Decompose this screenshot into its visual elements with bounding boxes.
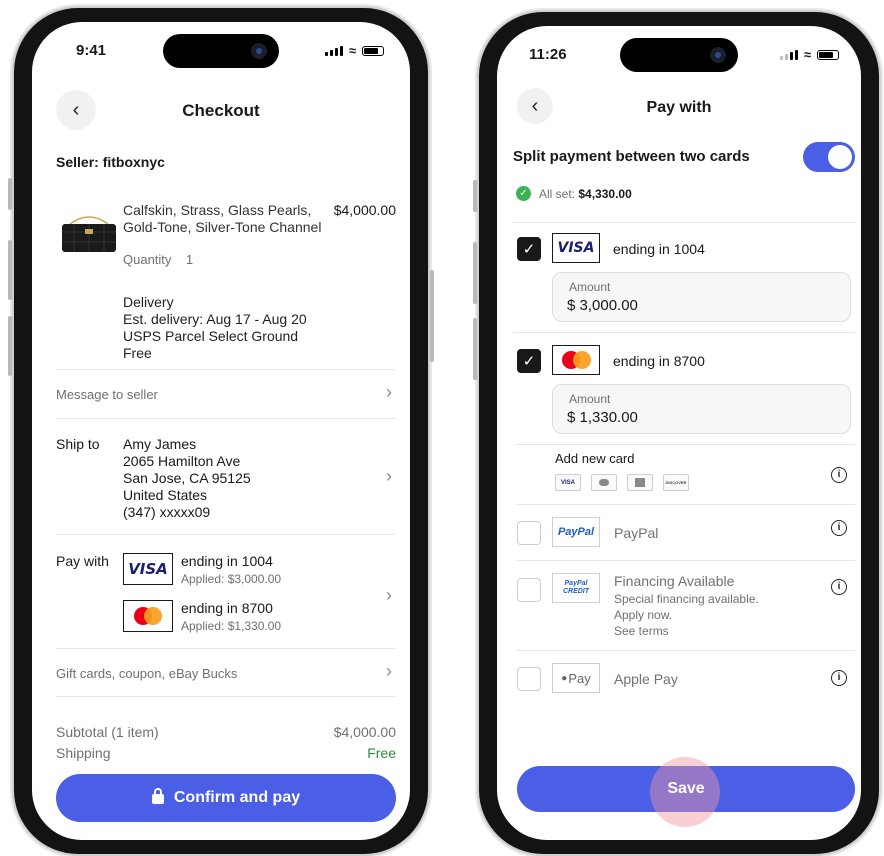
mastercard-ending: ending in 8700 [613,353,705,369]
mastercard-icon [123,600,173,632]
wifi-icon: ≈ [348,43,356,58]
status-time: 9:41 [76,42,107,59]
item-title[interactable]: Calfskin, Strass, Glass Pearls, Gold-Ton… [123,202,321,236]
shipping-label: Shipping [56,745,111,761]
volume-down-button [473,318,477,380]
split-payment-label: Split payment between two cards [513,148,750,165]
chevron-right-icon: › [386,466,392,486]
battery-icon [362,46,384,56]
left-phone-frame: 9:41 ≈ ‹ Checkout Seller: fitboxnyc Calf… [8,8,434,854]
visa-card-checkbox[interactable]: ✓ [517,237,541,261]
paypal-checkbox[interactable] [517,521,541,545]
mastercard-amount-field[interactable]: Amount $ 1,330.00 [552,384,851,434]
chevron-right-icon: › [386,661,392,681]
volume-up-button [473,242,477,304]
volume-up-button [8,240,12,300]
right-phone-frame: 11:26 ≈ ‹ Pay with Split payment between… [473,12,879,854]
mastercard-checkbox[interactable]: ✓ [517,349,541,373]
divider [513,222,855,223]
paypal-credit-icon: PayPal CREDIT [552,573,600,603]
info-icon[interactable]: i [831,520,847,536]
visa-mini-icon: VISA [555,474,581,491]
seller-name: Seller: fitboxnyc [56,154,165,170]
add-new-card-link[interactable]: Add new card [555,451,635,466]
pay-card-visa[interactable]: ending in 1004 Applied: $3,000.00 [181,553,281,586]
volume-down-button [8,316,12,376]
financing-option[interactable]: Financing Available Special financing av… [614,573,759,638]
divider [517,560,855,561]
paypal-icon: PayPal [552,517,600,547]
split-payment-toggle[interactable] [803,142,855,172]
divider [56,418,396,419]
delivery-info: Delivery Est. delivery: Aug 17 - Aug 20 … [123,294,307,361]
subtotal-label: Subtotal (1 item) [56,724,159,740]
confirm-and-pay-button[interactable]: Confirm and pay [56,774,396,822]
divider [56,534,396,535]
visa-amount-field[interactable]: Amount $ 3,000.00 [552,272,851,322]
subtotal-value: $4,000.00 [333,724,396,740]
gift-cards-link[interactable]: Gift cards, coupon, eBay Bucks [56,666,237,681]
status-time: 11:26 [529,46,567,63]
wifi-icon: ≈ [803,47,811,62]
visa-card-ending: ending in 1004 [613,241,705,257]
status-bar: 9:41 ≈ [32,40,410,64]
power-button [430,270,434,362]
info-icon[interactable]: i [831,467,847,483]
pay-with-screen: 11:26 ≈ ‹ Pay with Split payment between… [497,26,861,840]
visa-icon: VISA [123,553,173,585]
quantity-row: Quantity 1 [123,252,194,267]
status-bar: 11:26 ≈ [497,44,861,68]
shipping-value: Free [367,745,396,761]
divider [517,444,855,445]
amex-mini-icon [627,474,653,491]
action-button [8,178,12,210]
chevron-right-icon: › [386,382,392,402]
signal-icon [324,46,343,56]
battery-icon [817,50,839,60]
checkmark-circle-icon: ✓ [516,186,531,201]
ship-to-label: Ship to [56,436,100,452]
message-to-seller-link[interactable]: Message to seller [56,387,158,402]
page-title: Pay with [646,99,712,116]
item-price: $4,000.00 [333,202,396,218]
divider [517,504,855,505]
all-set-status: All set: $4,330.00 [539,187,632,201]
mastercard-mini-icon [591,474,617,491]
divider [513,332,855,333]
apple-pay-checkbox[interactable] [517,667,541,691]
signal-icon [779,50,798,60]
apple-pay-label: Apple Pay [614,671,678,687]
lock-icon [151,788,164,804]
apple-pay-icon: ● Pay [552,663,600,693]
divider [517,650,855,651]
paypal-label: PayPal [614,525,659,541]
action-button [473,180,477,212]
divider [56,696,396,697]
page-title: Checkout [182,101,260,120]
item-thumbnail[interactable] [58,214,120,256]
divider [56,648,396,649]
chevron-right-icon: › [386,585,392,605]
pay-card-mastercard[interactable]: ending in 8700 Applied: $1,330.00 [181,600,281,633]
discover-mini-icon: DISCOVER [663,474,689,491]
info-icon[interactable]: i [831,670,847,686]
checkout-screen: 9:41 ≈ ‹ Checkout Seller: fitboxnyc Calf… [32,22,410,840]
shipping-address[interactable]: Amy James 2065 Hamilton Ave San Jose, CA… [123,436,251,521]
pay-with-label: Pay with [56,553,109,569]
mastercard-icon [552,345,600,375]
divider [56,369,396,370]
visa-icon: VISA [552,233,600,263]
info-icon[interactable]: i [831,579,847,595]
financing-checkbox[interactable] [517,578,541,602]
